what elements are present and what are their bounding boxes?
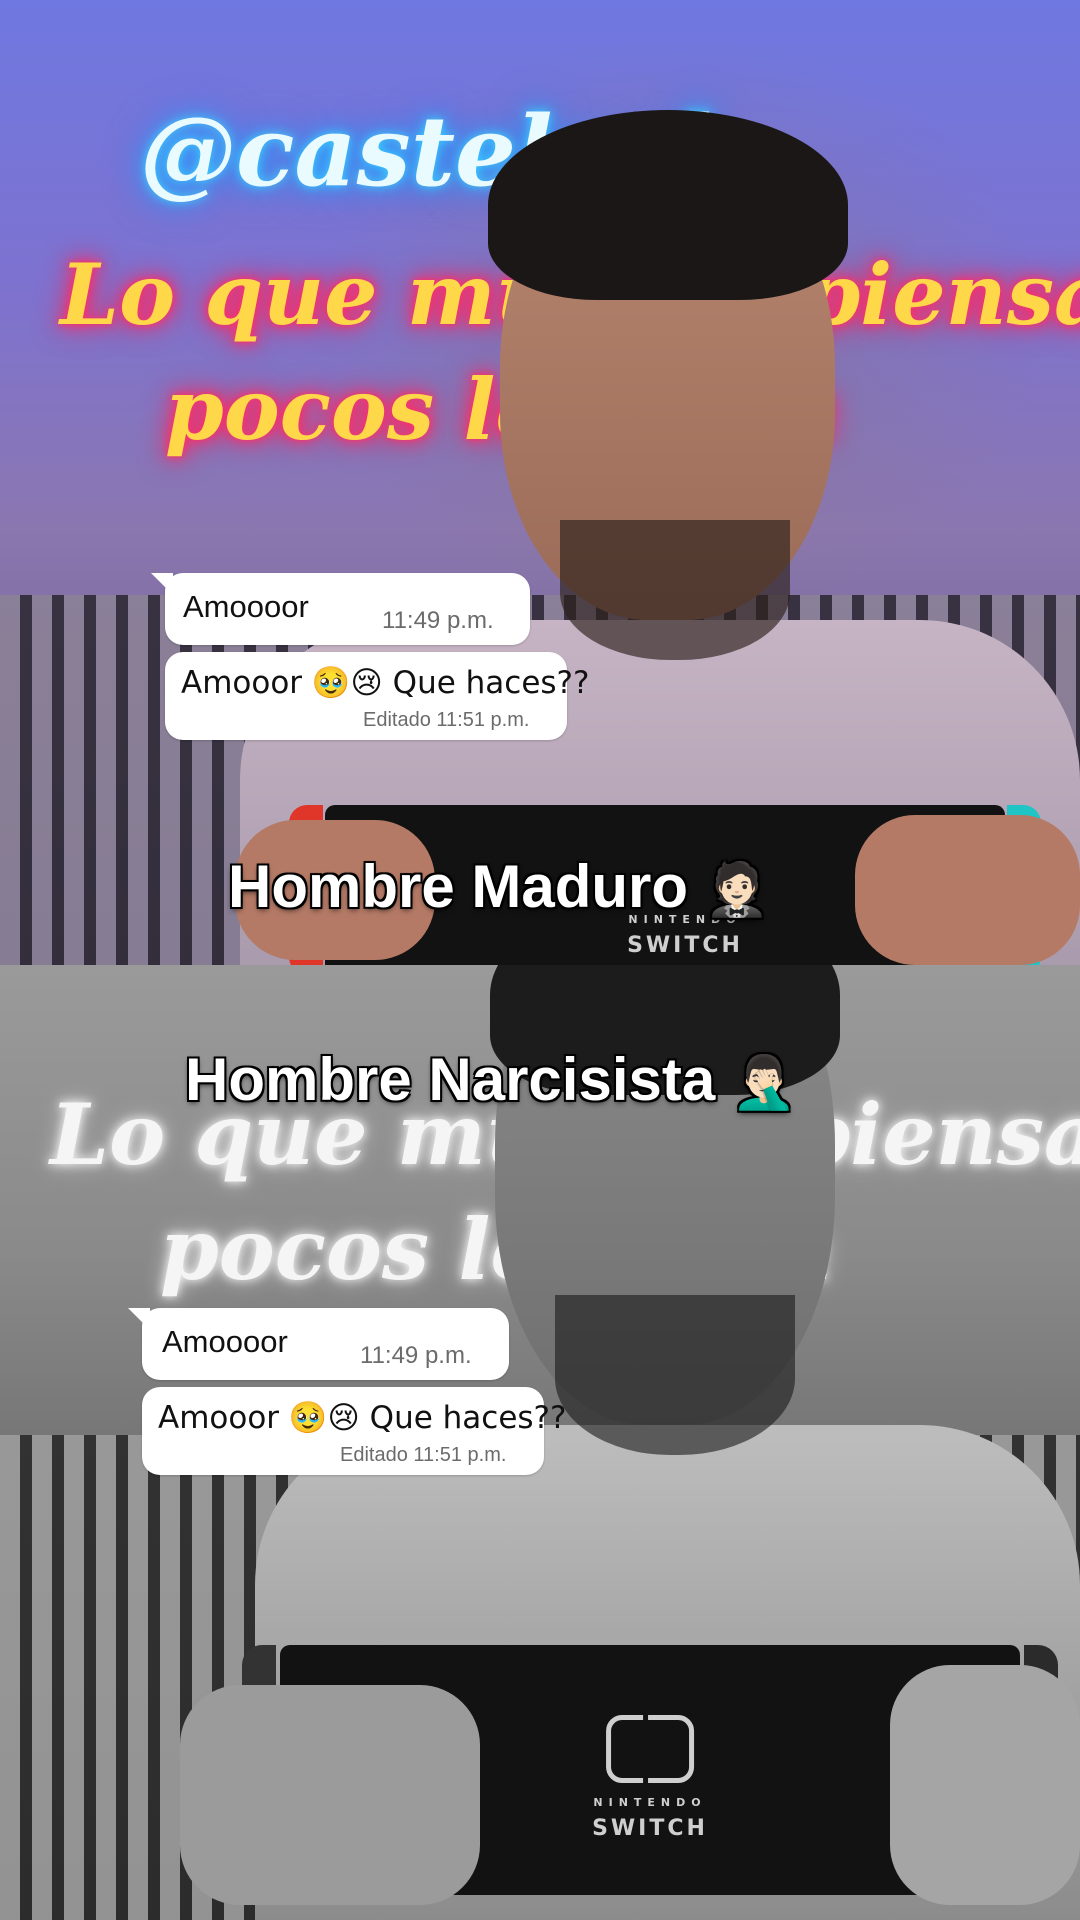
switch-logo: NINTENDO SWITCH	[592, 1715, 708, 1840]
chat-bubble[interactable]: Amooor 🥹😢 Que haces?? Editado 11:51 p.m.	[165, 652, 589, 740]
switch-logo-icon	[606, 1715, 694, 1783]
message-time: Editado 11:51 p.m.	[340, 1444, 507, 1466]
right-hand	[890, 1665, 1080, 1905]
right-hand	[855, 815, 1080, 965]
message-text: Amoooor	[183, 589, 309, 624]
caption-text: Hombre Narcisista	[185, 1046, 716, 1113]
chat-bubble[interactable]: Amoooor 11:49 p.m.	[128, 1308, 509, 1380]
caption-narcissist-man: Hombre Narcisista 🤦🏻‍♂️	[185, 1045, 797, 1114]
left-hand	[180, 1685, 480, 1905]
console-brand: NINTENDO	[593, 1796, 707, 1809]
caption-text: Hombre Maduro	[228, 853, 689, 920]
chat-bubble[interactable]: Amooor 🥹😢 Que haces?? Editado 11:51 p.m.	[142, 1387, 566, 1475]
message-text: Amooor 🥹😢 Que haces??	[181, 665, 590, 701]
message-time: 11:49 p.m.	[382, 607, 494, 634]
console-word: SWITCH	[592, 1816, 708, 1841]
hair	[488, 110, 848, 300]
video-frame-top: @castelcol Lo que muchos piensan pocos l…	[0, 0, 1080, 965]
beard	[560, 520, 790, 660]
message-time: 11:49 p.m.	[360, 1342, 472, 1369]
message-text: Amooor 🥹😢 Que haces??	[158, 1400, 567, 1436]
message-time: Editado 11:51 p.m.	[363, 709, 530, 731]
message-text: Amoooor	[162, 1324, 288, 1359]
console-word: SWITCH	[627, 933, 743, 958]
facepalm-icon: 🤦🏻‍♂️	[731, 1053, 797, 1113]
caption-mature-man: Hombre Maduro 🤵🏻	[228, 852, 769, 921]
tuxedo-man-icon: 🤵🏻	[704, 860, 770, 920]
chat-bubble[interactable]: Amoooor 11:49 p.m.	[151, 573, 530, 645]
beard	[555, 1295, 795, 1455]
